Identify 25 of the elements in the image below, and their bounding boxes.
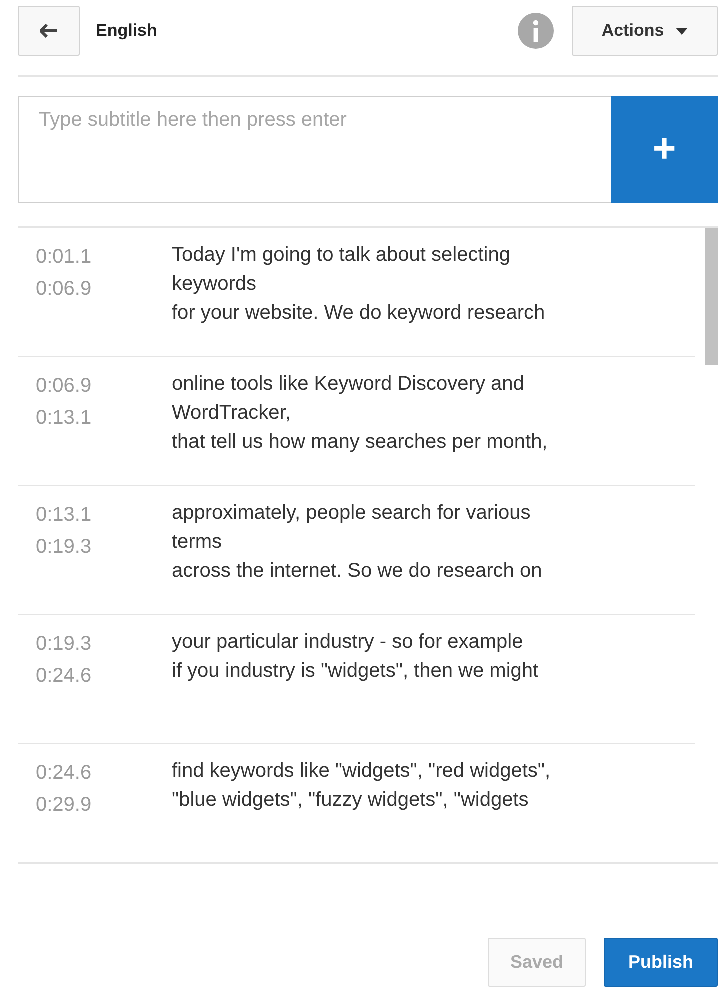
info-icon[interactable] <box>518 13 554 49</box>
back-button[interactable] <box>18 6 80 56</box>
start-time: 0:01.1 <box>36 245 93 270</box>
language-title: English <box>96 21 158 41</box>
caret-icon <box>676 28 688 34</box>
start-time: 0:24.6 <box>36 761 93 786</box>
publish-button[interactable]: Publish <box>604 938 718 987</box>
subtitle-input-field[interactable]: Type subtitle here then press enter <box>18 96 611 203</box>
subtitle-text[interactable]: Today I'm going to talk about selecting keywords for your website. We do keyword research <box>172 241 546 328</box>
actions-button[interactable]: Actions <box>572 6 718 56</box>
end-time: 0:19.3 <box>36 535 93 560</box>
start-time: 0:13.1 <box>36 503 93 528</box>
end-time: 0:13.1 <box>36 406 93 431</box>
back-arrow-icon <box>40 24 58 38</box>
end-time: 0:29.9 <box>36 793 93 818</box>
subtitle-text[interactable]: find keywords like "widgets", "red widgets", "blue widgets", "fuzzy widgets", "widgets <box>172 757 551 815</box>
end-time: 0:06.9 <box>36 277 93 302</box>
start-time: 0:06.9 <box>36 374 93 399</box>
add-button[interactable]: + <box>611 96 718 203</box>
subtitle-text[interactable]: your particular industry - so for example if you industry is "widgets", then we might <box>172 628 539 686</box>
end-time: 0:24.6 <box>36 664 93 689</box>
start-time: 0:19.3 <box>36 632 93 657</box>
subtitle-text[interactable]: online tools like Keyword Discovery and WordTracker, that tell us how many searches per month, <box>172 370 548 457</box>
subtitle-text[interactable]: approximately, people search for various terms across the internet. So we do research on <box>172 499 542 586</box>
scrollbar-thumb[interactable] <box>705 228 718 365</box>
